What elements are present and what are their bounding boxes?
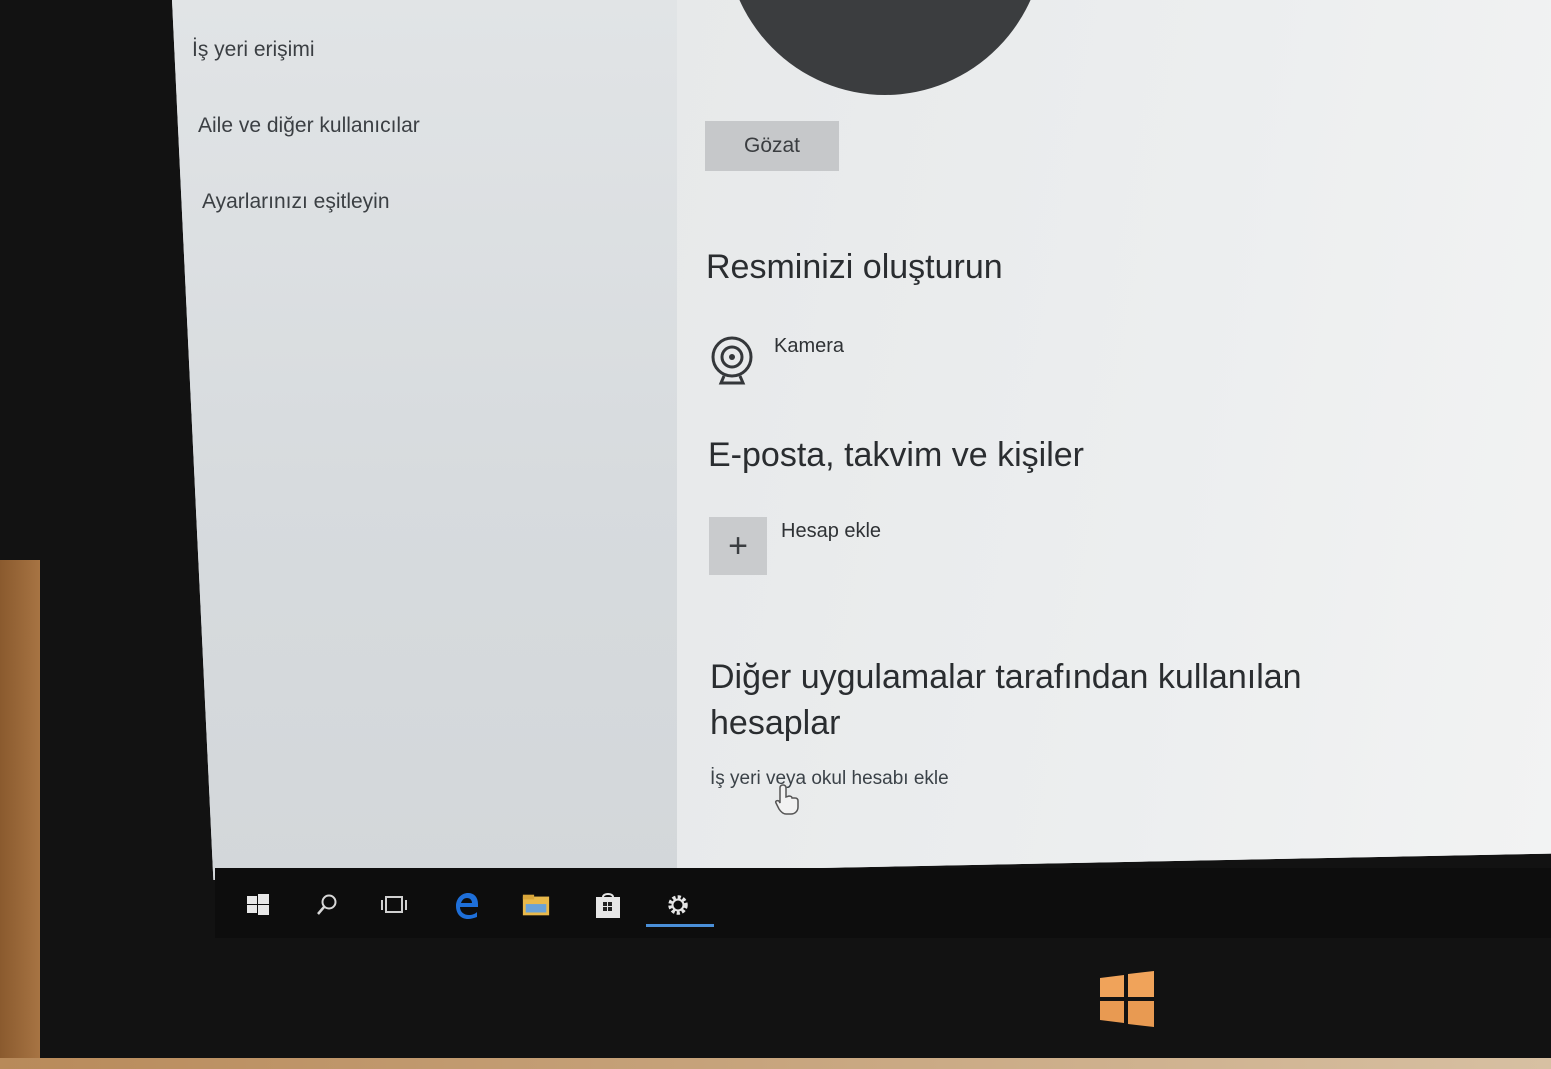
active-app-indicator — [646, 924, 714, 927]
create-picture-title: Resminizi oluşturun — [706, 248, 1003, 286]
add-account-label: Hesap ekle — [781, 520, 882, 542]
windows-start-icon[interactable] — [243, 890, 273, 920]
taskbar — [215, 868, 1551, 938]
browse-button[interactable]: Gözat — [705, 121, 839, 171]
plus-icon: + — [709, 517, 767, 575]
store-icon[interactable] — [593, 890, 623, 920]
edge-icon[interactable] — [452, 890, 482, 920]
other-apps-accounts-title: Diğer uygulamalar tarafından kullanılan … — [710, 658, 1302, 742]
sidebar-item-family-users[interactable]: Aile ve diğer kullanıcılar — [198, 114, 420, 138]
desk-edge — [0, 1058, 1551, 1069]
search-icon[interactable] — [312, 890, 342, 920]
task-view-icon[interactable] — [379, 890, 409, 920]
sidebar-item-sync-settings[interactable]: Ayarlarınızı eşitleyin — [202, 190, 390, 214]
desk-surface — [0, 560, 40, 1069]
photo-frame: İş yeri erişimi Aile ve diğer kullanıcıl… — [0, 0, 1551, 1069]
settings-window: İş yeri erişimi Aile ve diğer kullanıcıl… — [172, 0, 1551, 880]
hand-cursor-icon — [775, 784, 799, 815]
camera-label: Kamera — [774, 335, 845, 357]
main-content: Gözat Resminizi oluşturun Kamera E-posta… — [677, 0, 1551, 880]
settings-icon[interactable] — [663, 890, 693, 920]
sidebar-item-work-access[interactable]: İş yeri erişimi — [192, 38, 315, 62]
windows-logo-icon — [1100, 971, 1154, 1027]
webcam-icon — [711, 336, 753, 385]
avatar — [725, 0, 1045, 95]
sidebar: İş yeri erişimi Aile ve diğer kullanıcıl… — [172, 0, 677, 880]
email-section-title: E-posta, takvim ve kişiler — [708, 436, 1084, 474]
file-explorer-icon[interactable] — [521, 890, 551, 920]
add-work-school-account-link[interactable]: İş yeri veya okul hesabı ekle — [710, 768, 949, 790]
